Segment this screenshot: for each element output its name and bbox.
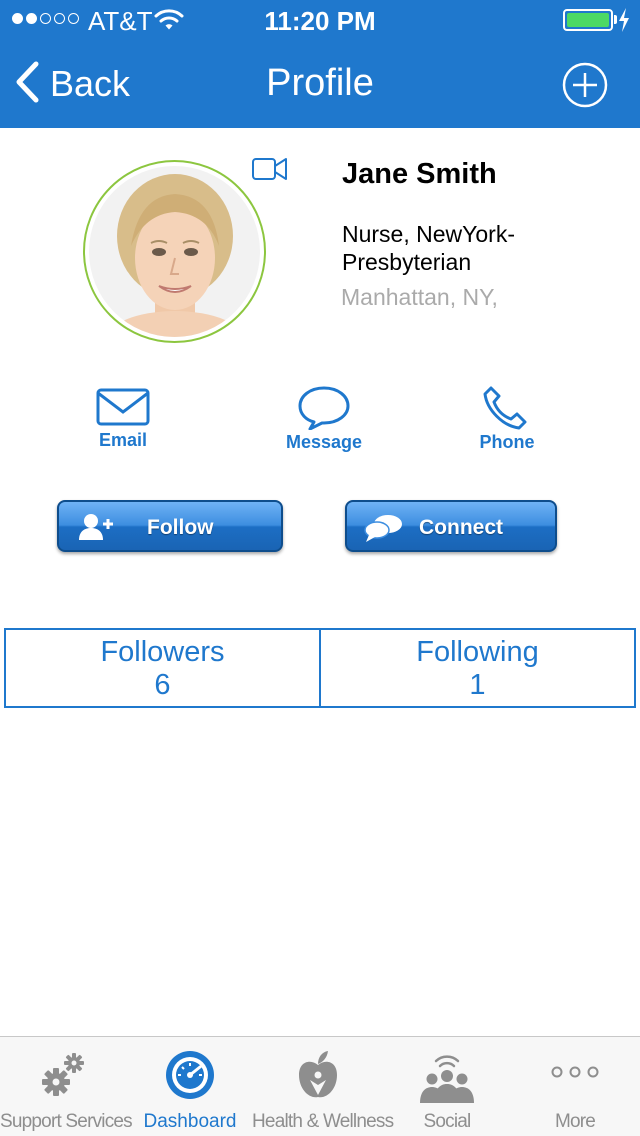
people-icon	[418, 1049, 476, 1108]
status-time: 11:20 PM	[264, 6, 376, 36]
tab-label: Support Services	[0, 1111, 133, 1132]
followers-count: 6	[154, 669, 171, 701]
nav-bar: Back Profile	[0, 40, 640, 128]
battery-icon	[563, 9, 613, 31]
followers-label: Followers	[100, 636, 225, 668]
tab-label: More	[554, 1111, 596, 1132]
charging-bolt-icon	[618, 8, 630, 37]
profile-job-title: Nurse, NewYork-Presbyterian	[342, 221, 515, 275]
following-label: Following	[416, 636, 539, 668]
add-user-icon	[79, 513, 115, 547]
header: AT&T 11:20 PM Back Profile	[0, 0, 640, 128]
tab-label: Social	[423, 1111, 472, 1132]
tab-label: Health & Wellness	[252, 1111, 394, 1132]
gauge-icon	[164, 1049, 216, 1106]
connect-label: Connect	[419, 516, 503, 539]
following-count: 1	[469, 669, 486, 701]
avatar-photo	[89, 166, 260, 337]
battery-cap	[614, 15, 617, 24]
add-button[interactable]	[562, 62, 608, 108]
tab-label: Dashboard	[143, 1111, 237, 1132]
follow-label: Follow	[147, 516, 214, 539]
envelope-icon	[96, 388, 150, 426]
connect-button[interactable]: Connect	[345, 500, 557, 552]
tab-more[interactable]: More	[510, 1037, 640, 1136]
follow-button[interactable]: Follow	[57, 500, 283, 552]
chat-bubbles-icon	[363, 513, 403, 549]
apple-icon	[295, 1049, 341, 1106]
email-label: Email	[98, 430, 148, 450]
tab-support-services[interactable]: Support Services	[0, 1037, 133, 1136]
gears-icon	[39, 1049, 89, 1104]
phone-action[interactable]: Phone	[437, 384, 577, 453]
profile-location: Manhattan, NY,	[341, 284, 498, 310]
avatar[interactable]	[83, 160, 266, 343]
more-dots-icon	[550, 1065, 600, 1084]
phone-icon	[483, 386, 527, 430]
back-label: Back	[50, 63, 131, 104]
message-label: Message	[285, 432, 363, 452]
tab-health-wellness[interactable]: Health & Wellness	[252, 1037, 394, 1136]
profile-name: Jane Smith	[342, 158, 497, 190]
speech-bubble-icon	[298, 386, 350, 430]
following-stat[interactable]: Following 1	[319, 628, 636, 708]
followers-stat[interactable]: Followers 6	[4, 628, 321, 708]
chevron-left-icon	[14, 61, 40, 108]
back-button[interactable]: Back	[14, 60, 130, 108]
plus-circle-icon	[562, 62, 608, 108]
video-camera-icon[interactable]	[251, 156, 289, 187]
phone-label: Phone	[479, 432, 535, 452]
status-bar: AT&T 11:20 PM	[0, 0, 640, 40]
tab-dashboard[interactable]: Dashboard	[128, 1037, 252, 1136]
tab-bar: Support Services Dashboard Health & Well…	[0, 1036, 640, 1136]
email-action[interactable]: Email	[53, 384, 193, 451]
message-action[interactable]: Message	[254, 384, 394, 453]
tab-social[interactable]: Social	[384, 1037, 510, 1136]
